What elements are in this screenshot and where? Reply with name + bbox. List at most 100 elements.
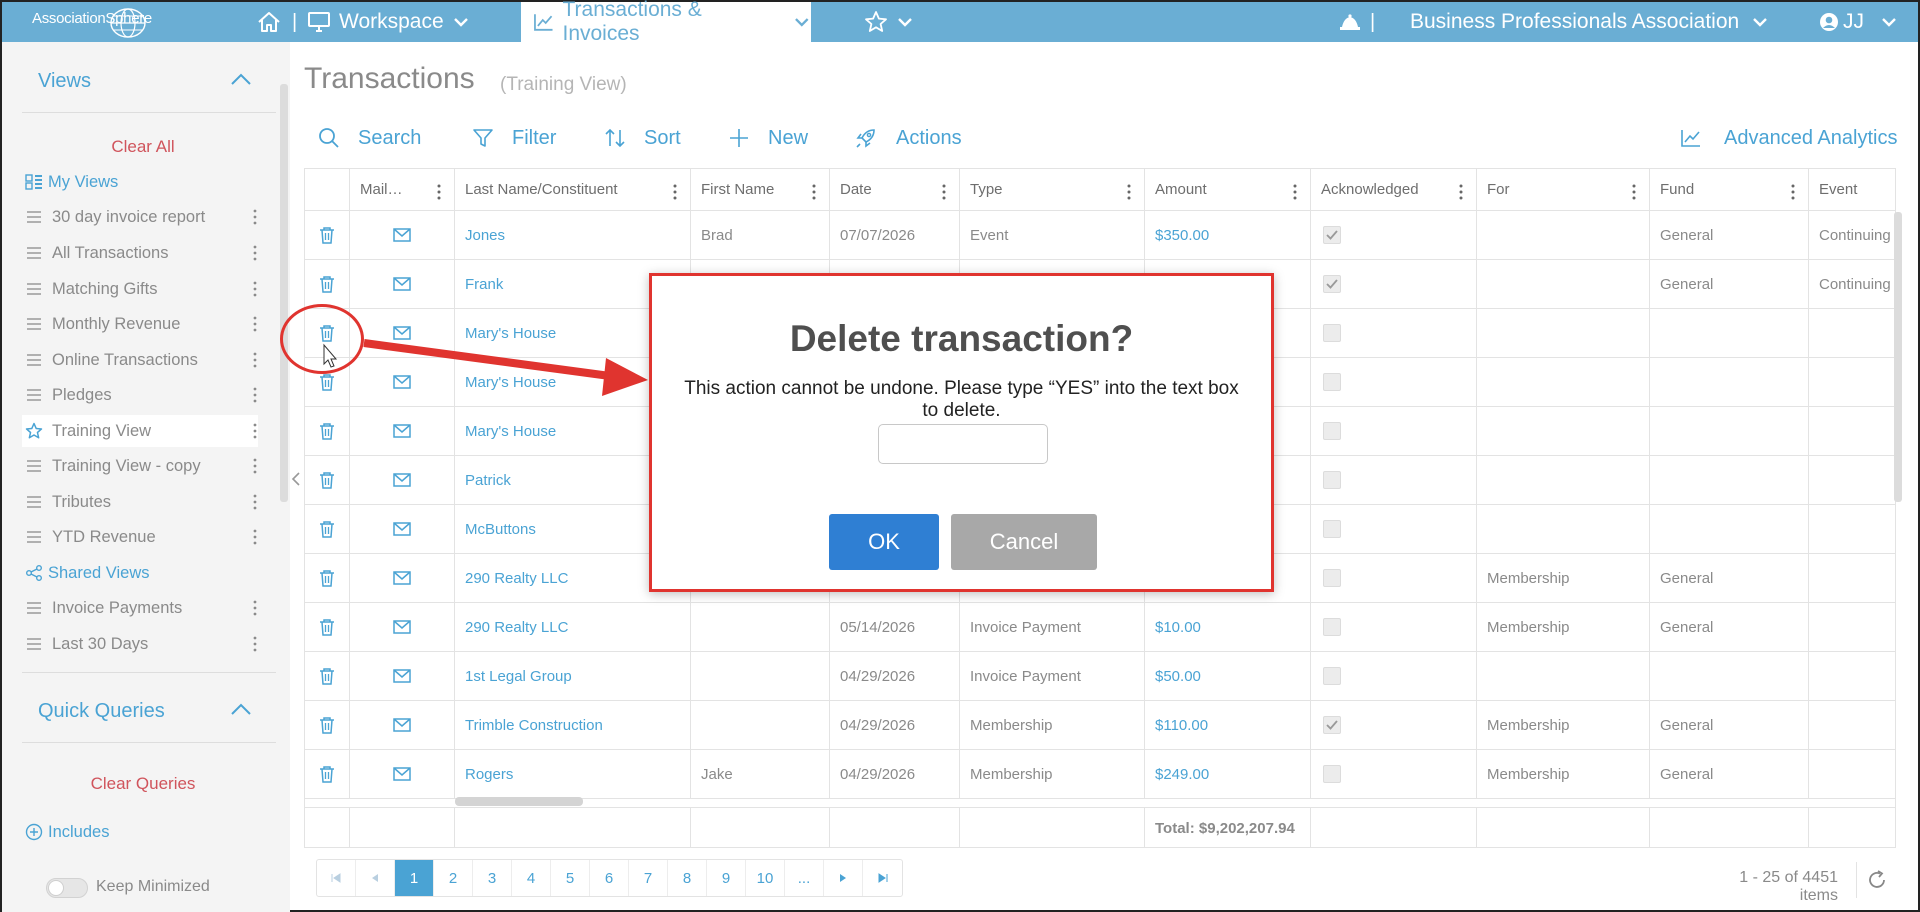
view-item[interactable]: Tributes bbox=[22, 486, 258, 518]
delete-cell[interactable] bbox=[305, 701, 350, 749]
delete-cell[interactable] bbox=[305, 456, 350, 504]
acknowledged-checkbox[interactable] bbox=[1323, 422, 1341, 440]
table-row[interactable]: Trimble Construction 04/29/2026 Membership… bbox=[305, 701, 1895, 750]
clear-queries-button[interactable]: Clear Queries bbox=[2, 774, 284, 794]
acknowledged-checkbox[interactable] bbox=[1323, 667, 1341, 685]
page-number-button[interactable]: 9 bbox=[707, 860, 746, 896]
first-page-button[interactable] bbox=[317, 860, 356, 896]
tab-transactions-invoices[interactable]: Transactions & Invoices bbox=[521, 0, 811, 45]
last-name-cell[interactable]: Rogers bbox=[455, 750, 691, 798]
drag-handle-icon[interactable] bbox=[26, 247, 42, 259]
chevron-left-icon[interactable] bbox=[290, 470, 302, 488]
keep-minimized-toggle[interactable] bbox=[46, 878, 88, 898]
drag-handle-icon[interactable] bbox=[26, 354, 42, 366]
kebab-menu-icon[interactable] bbox=[252, 352, 258, 368]
view-item[interactable]: Pledges bbox=[22, 379, 258, 411]
kebab-menu-icon[interactable] bbox=[1126, 184, 1132, 200]
column-header-type[interactable]: Type bbox=[960, 169, 1145, 210]
kebab-menu-icon[interactable] bbox=[1631, 184, 1637, 200]
view-item[interactable]: 30 day invoice report bbox=[22, 201, 258, 233]
delete-cell[interactable] bbox=[305, 750, 350, 798]
views-section-title[interactable]: Views bbox=[38, 70, 91, 93]
column-header-first-name[interactable]: First Name bbox=[691, 169, 830, 210]
kebab-menu-icon[interactable] bbox=[436, 184, 442, 200]
mail-cell[interactable] bbox=[350, 211, 455, 259]
envelope-icon[interactable] bbox=[393, 277, 411, 291]
column-header-fund[interactable]: Fund bbox=[1650, 169, 1809, 210]
column-header-last-name[interactable]: Last Name/Constituent bbox=[455, 169, 691, 210]
kebab-menu-icon[interactable] bbox=[252, 316, 258, 332]
trash-icon[interactable] bbox=[319, 569, 335, 587]
favorites-menu[interactable] bbox=[864, 2, 914, 42]
drag-handle-icon[interactable] bbox=[26, 283, 42, 295]
drag-handle-icon[interactable] bbox=[26, 211, 42, 223]
quick-queries-title[interactable]: Quick Queries bbox=[38, 700, 165, 723]
trash-icon[interactable] bbox=[319, 520, 335, 538]
mail-cell[interactable] bbox=[350, 309, 455, 357]
cancel-button[interactable]: Cancel bbox=[951, 514, 1097, 570]
amount-cell[interactable]: $249.00 bbox=[1145, 750, 1311, 798]
view-item[interactable]: Monthly Revenue bbox=[22, 308, 258, 340]
view-item-selected[interactable]: Training View bbox=[22, 415, 258, 447]
kebab-menu-icon[interactable] bbox=[672, 184, 678, 200]
new-button[interactable]: New bbox=[728, 122, 808, 154]
clear-all-button[interactable]: Clear All bbox=[2, 137, 284, 157]
shared-view-item[interactable]: Last 30 Days bbox=[22, 628, 258, 660]
trash-icon[interactable] bbox=[319, 275, 335, 293]
acknowledged-checkbox[interactable] bbox=[1323, 569, 1341, 587]
page-number-button[interactable]: 8 bbox=[668, 860, 707, 896]
mail-cell[interactable] bbox=[350, 407, 455, 455]
delete-cell[interactable] bbox=[305, 211, 350, 259]
kebab-menu-icon[interactable] bbox=[1458, 184, 1464, 200]
trash-icon[interactable] bbox=[319, 471, 335, 489]
acknowledged-checkbox[interactable] bbox=[1323, 226, 1341, 244]
page-number-button[interactable]: 2 bbox=[434, 860, 473, 896]
notifications-button[interactable] bbox=[1338, 2, 1362, 42]
trash-icon[interactable] bbox=[319, 716, 335, 734]
page-number-button[interactable]: 1 bbox=[395, 860, 434, 896]
kebab-menu-icon[interactable] bbox=[1292, 184, 1298, 200]
shared-views-header[interactable]: Shared Views bbox=[22, 557, 258, 589]
kebab-menu-icon[interactable] bbox=[811, 184, 817, 200]
kebab-menu-icon[interactable] bbox=[252, 423, 258, 439]
drag-handle-icon[interactable] bbox=[26, 389, 42, 401]
advanced-analytics-button[interactable]: Advanced Analytics bbox=[1680, 122, 1897, 154]
page-number-button[interactable]: 10 bbox=[746, 860, 785, 896]
kebab-menu-icon[interactable] bbox=[252, 636, 258, 652]
last-name-cell[interactable]: 1st Legal Group bbox=[455, 652, 691, 700]
kebab-menu-icon[interactable] bbox=[1790, 184, 1796, 200]
home-button[interactable] bbox=[256, 2, 282, 42]
drag-handle-icon[interactable] bbox=[26, 496, 42, 508]
column-header-amount[interactable]: Amount bbox=[1145, 169, 1311, 210]
mail-cell[interactable] bbox=[350, 358, 455, 406]
view-item[interactable]: YTD Revenue bbox=[22, 521, 258, 553]
view-item[interactable]: Online Transactions bbox=[22, 344, 258, 376]
column-header-for[interactable]: For bbox=[1477, 169, 1650, 210]
acknowledged-checkbox[interactable] bbox=[1323, 618, 1341, 636]
page-number-button[interactable]: 4 bbox=[512, 860, 551, 896]
table-row[interactable]: 290 Realty LLC 05/14/2026 Invoice Payment $… bbox=[305, 603, 1895, 652]
delete-cell[interactable] bbox=[305, 505, 350, 553]
table-row[interactable]: Rogers Jake 04/29/2026 Membership $249.00 Mem… bbox=[305, 750, 1895, 799]
trash-icon[interactable] bbox=[319, 765, 335, 783]
view-item[interactable]: All Transactions bbox=[22, 237, 258, 269]
organization-menu[interactable]: Business Professionals Association bbox=[1410, 2, 1769, 42]
kebab-menu-icon[interactable] bbox=[252, 281, 258, 297]
acknowledged-checkbox[interactable] bbox=[1323, 765, 1341, 783]
kebab-menu-icon[interactable] bbox=[252, 387, 258, 403]
amount-cell[interactable]: $50.00 bbox=[1145, 652, 1311, 700]
confirm-text-input[interactable] bbox=[878, 424, 1048, 464]
mail-cell[interactable] bbox=[350, 505, 455, 553]
view-item[interactable]: Training View - copy bbox=[22, 450, 258, 482]
filter-button[interactable]: Filter bbox=[472, 122, 556, 154]
grid-vertical-scrollbar[interactable] bbox=[1894, 212, 1902, 502]
my-views-header[interactable]: My Views bbox=[22, 166, 258, 198]
acknowledged-checkbox[interactable] bbox=[1323, 324, 1341, 342]
acknowledged-checkbox[interactable] bbox=[1323, 275, 1341, 293]
drag-handle-icon[interactable] bbox=[26, 531, 42, 543]
delete-cell[interactable] bbox=[305, 554, 350, 602]
mail-cell[interactable] bbox=[350, 603, 455, 651]
user-menu[interactable]: JJ bbox=[1819, 2, 1898, 42]
acknowledged-checkbox[interactable] bbox=[1323, 520, 1341, 538]
last-name-cell[interactable]: Trimble Construction bbox=[455, 701, 691, 749]
